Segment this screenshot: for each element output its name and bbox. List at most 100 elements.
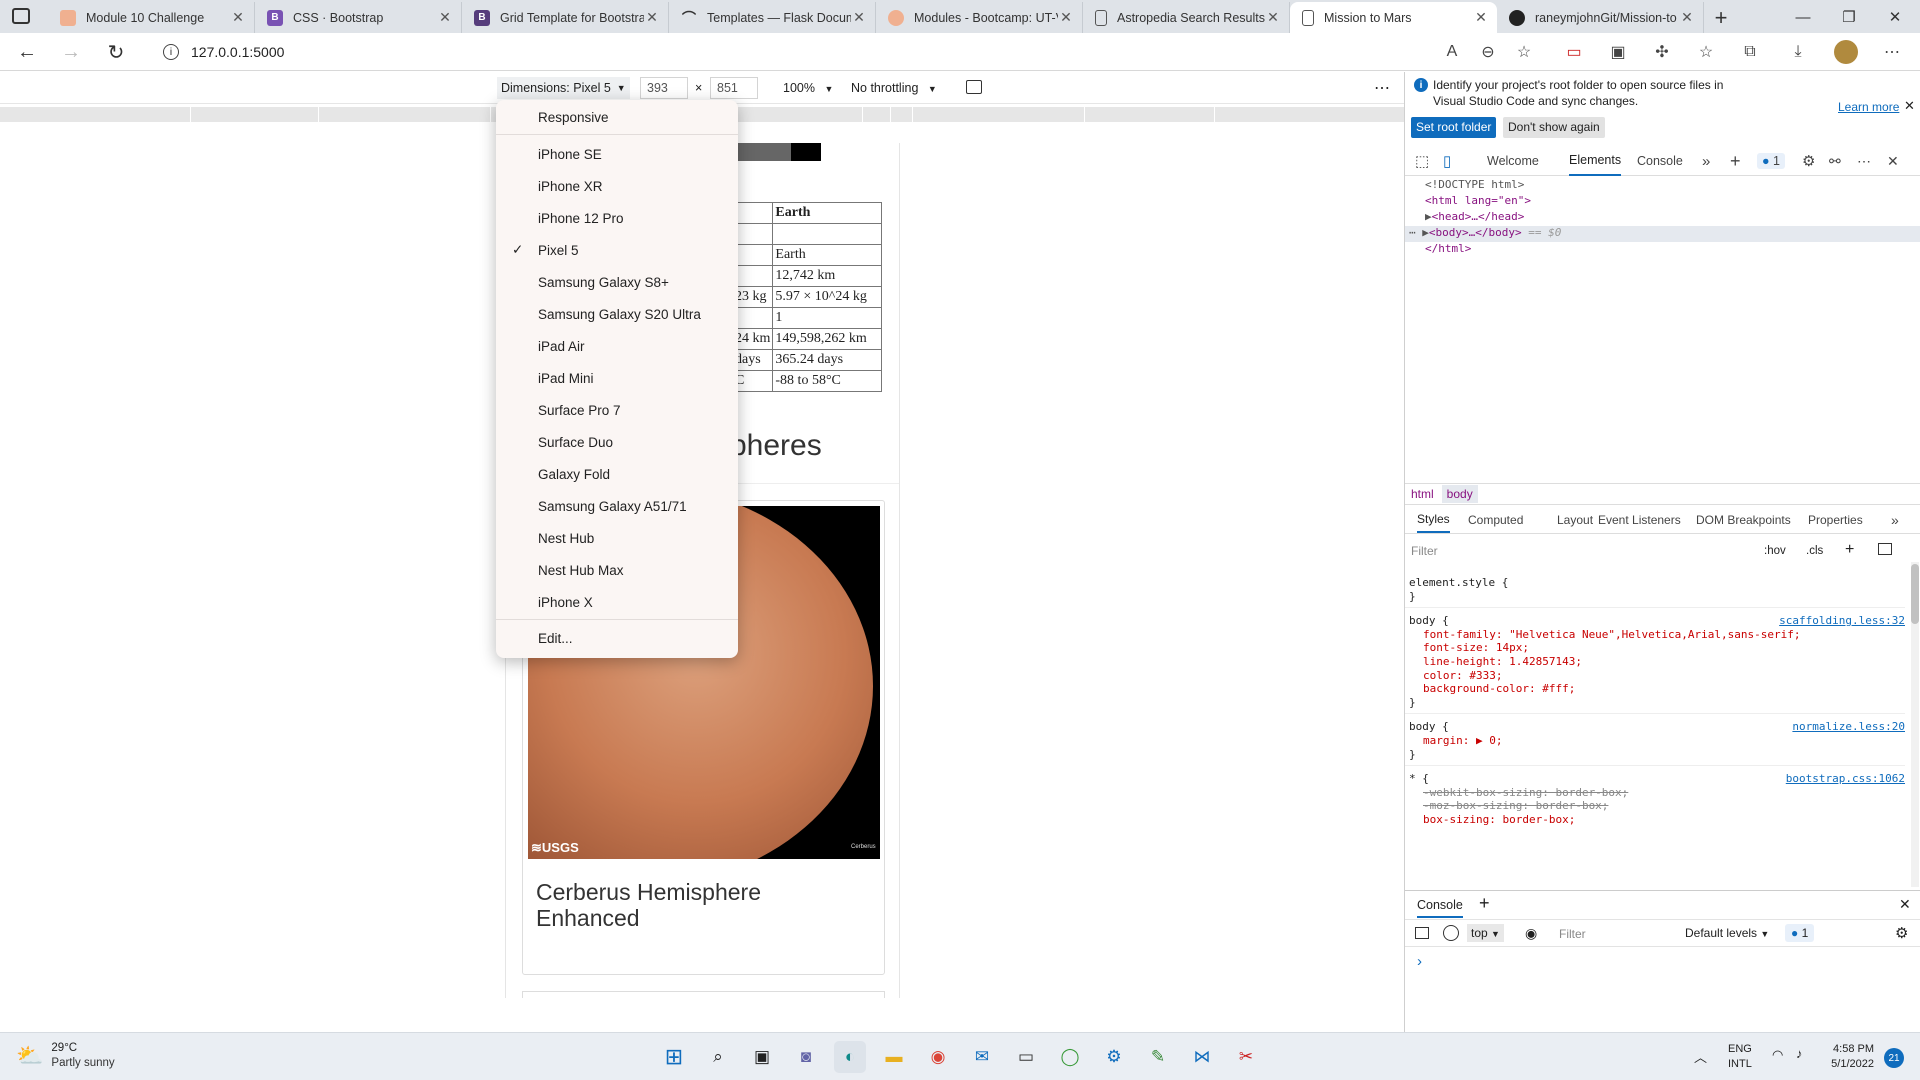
learn-more-link[interactable]: Learn more: [1838, 100, 1899, 114]
log-levels-select[interactable]: Default levels ▼: [1685, 926, 1769, 940]
close-drawer-icon[interactable]: ✕: [1899, 896, 1911, 913]
zoom-select[interactable]: 100% ▼: [783, 81, 833, 95]
menu-item-device[interactable]: iPhone X: [496, 588, 738, 616]
source-link[interactable]: scaffolding.less:32: [1779, 614, 1905, 628]
terminal-icon[interactable]: ▭: [1010, 1041, 1042, 1073]
device-emulation-icon[interactable]: ▯: [1443, 146, 1451, 176]
live-expression-icon[interactable]: ◉: [1525, 925, 1537, 942]
hov-toggle[interactable]: :hov: [1764, 545, 1786, 557]
styles-filter-input[interactable]: Filter: [1411, 541, 1755, 561]
menu-item-device[interactable]: iPhone XR: [496, 172, 738, 200]
dom-body[interactable]: ⋯ ▶<body>…</body> == $0: [1405, 226, 1920, 242]
language-indicator[interactable]: ENG INTL: [1728, 1042, 1752, 1072]
chevron-up-icon[interactable]: ︿: [1694, 1047, 1707, 1066]
close-icon[interactable]: ✕: [644, 9, 660, 26]
tab-modules-bootcamp[interactable]: Modules - Bootcamp: UT-V ✕: [876, 2, 1083, 33]
menu-item-device[interactable]: Samsung Galaxy A51/71: [496, 492, 738, 520]
breadcrumb-html[interactable]: html: [1411, 487, 1434, 501]
cls-toggle[interactable]: .cls: [1806, 545, 1823, 557]
zoom-out-icon[interactable]: ⊖: [1476, 40, 1500, 64]
edge-icon[interactable]: ◐: [834, 1041, 866, 1073]
more-icon[interactable]: ⋯: [1857, 146, 1871, 176]
tab-computed[interactable]: Computed: [1468, 506, 1523, 533]
menu-item-device[interactable]: Samsung Galaxy S8+: [496, 268, 738, 296]
dimensions-select[interactable]: Dimensions: Pixel 5 ▼: [497, 77, 630, 99]
menu-item-device[interactable]: Surface Pro 7: [496, 396, 738, 424]
issues-badge[interactable]: ● 1: [1757, 146, 1785, 176]
dom-html-close[interactable]: </html>: [1405, 242, 1920, 258]
more-tabs-icon[interactable]: »: [1891, 506, 1899, 533]
refresh-app-icon[interactable]: ◯: [1054, 1041, 1086, 1073]
menu-item-device[interactable]: ✓ Pixel 5: [496, 236, 738, 264]
source-link[interactable]: bootstrap.css:1062: [1786, 772, 1905, 786]
context-select[interactable]: top ▼: [1467, 924, 1504, 942]
close-icon[interactable]: ✕: [1679, 9, 1695, 26]
file-explorer-icon[interactable]: ▬: [878, 1041, 910, 1073]
console-drawer-tab[interactable]: Console: [1417, 898, 1463, 918]
task-view-icon[interactable]: ▣: [746, 1041, 778, 1073]
connect-icon[interactable]: ⚯: [1829, 146, 1841, 176]
more-tabs-icon[interactable]: »: [1702, 146, 1710, 176]
rotate-icon[interactable]: [966, 80, 982, 94]
set-root-folder-button[interactable]: Set root folder: [1411, 117, 1497, 138]
close-devtools-icon[interactable]: ✕: [1887, 146, 1899, 176]
menu-item-device[interactable]: Galaxy Fold: [496, 460, 738, 488]
sidebar-toggle-icon[interactable]: [1878, 543, 1892, 555]
profile-avatar[interactable]: [1834, 40, 1858, 64]
tab-css-bootstrap[interactable]: B CSS · Bootstrap ✕: [255, 2, 462, 33]
tab-github-repo[interactable]: raneymjohnGit/Mission-to ✕: [1497, 2, 1704, 33]
width-input[interactable]: 393: [640, 77, 688, 99]
tab-styles[interactable]: Styles: [1417, 506, 1450, 533]
tab-flask-templates[interactable]: ⌒ Templates — Flask Docum ✕: [669, 2, 876, 33]
styles-scrollbar[interactable]: [1911, 562, 1919, 887]
teams-chat-icon[interactable]: ◙: [790, 1041, 822, 1073]
caret-right-icon[interactable]: ▶: [1422, 226, 1429, 239]
weather-widget[interactable]: ⛅ 29°C Partly sunny: [16, 1041, 115, 1071]
menu-item-device[interactable]: Nest Hub Max: [496, 556, 738, 584]
favorites-icon[interactable]: ☆: [1694, 40, 1718, 64]
close-icon[interactable]: ✕: [1265, 9, 1281, 26]
dom-html-open[interactable]: <html lang="en">: [1405, 194, 1920, 210]
settings-more-icon[interactable]: ⋯: [1880, 40, 1904, 64]
tab-mission-to-mars[interactable]: Mission to Mars ✕: [1290, 2, 1497, 33]
card-title[interactable]: Cerberus Hemisphere Enhanced: [536, 879, 826, 931]
minimize-icon[interactable]: —: [1780, 4, 1826, 30]
restore-icon[interactable]: ❐: [1826, 4, 1872, 30]
vscode-icon[interactable]: ⋈: [1186, 1041, 1218, 1073]
close-icon[interactable]: ✕: [230, 9, 246, 26]
show-sidebar-icon[interactable]: [1415, 927, 1429, 939]
tab-module10[interactable]: Module 10 Challenge ✕: [48, 2, 255, 33]
tab-event-listeners[interactable]: Event Listeners: [1598, 506, 1681, 533]
close-icon[interactable]: ✕: [1058, 9, 1074, 26]
settings-app-icon[interactable]: ⚙: [1098, 1041, 1130, 1073]
caret-right-icon[interactable]: ▶: [1425, 210, 1432, 223]
start-icon[interactable]: ⊞: [658, 1041, 690, 1073]
tab-elements[interactable]: Elements: [1569, 146, 1622, 176]
clock[interactable]: 4:58 PM 5/1/2022: [1826, 1042, 1874, 1072]
menu-item-device[interactable]: iPhone SE: [496, 140, 738, 168]
notepad-icon[interactable]: ✎: [1142, 1041, 1174, 1073]
close-icon[interactable]: ✕: [1473, 9, 1489, 26]
extension-icon[interactable]: ▣: [1606, 40, 1630, 64]
download-icon[interactable]: ⤓: [1786, 40, 1810, 64]
tab-grid-template[interactable]: B Grid Template for Bootstrap ✕: [462, 2, 669, 33]
inspect-icon[interactable]: ⬚: [1415, 146, 1429, 176]
dont-show-button[interactable]: Don't show again: [1503, 117, 1605, 138]
notification-badge[interactable]: 21: [1884, 1048, 1904, 1068]
search-icon[interactable]: ⌕: [702, 1041, 734, 1073]
close-icon[interactable]: ✕: [437, 9, 453, 26]
url-field[interactable]: i 127.0.0.1:5000: [145, 37, 1445, 67]
console-issues-badge[interactable]: ● 1: [1785, 924, 1815, 942]
forward-icon[interactable]: →: [56, 38, 86, 66]
close-icon[interactable]: ✕: [851, 9, 867, 26]
tab-properties[interactable]: Properties: [1808, 506, 1863, 533]
dom-doctype[interactable]: <!DOCTYPE html>: [1405, 178, 1920, 194]
menu-item-device[interactable]: Surface Duo: [496, 428, 738, 456]
menu-item-device[interactable]: iPad Mini: [496, 364, 738, 392]
tab-welcome[interactable]: Welcome: [1487, 146, 1539, 176]
height-input[interactable]: 851: [710, 77, 758, 99]
source-link[interactable]: normalize.less:20: [1792, 720, 1905, 734]
menu-item-device[interactable]: iPad Air: [496, 332, 738, 360]
new-rule-icon[interactable]: +: [1845, 541, 1854, 559]
info-icon[interactable]: i: [163, 44, 179, 60]
